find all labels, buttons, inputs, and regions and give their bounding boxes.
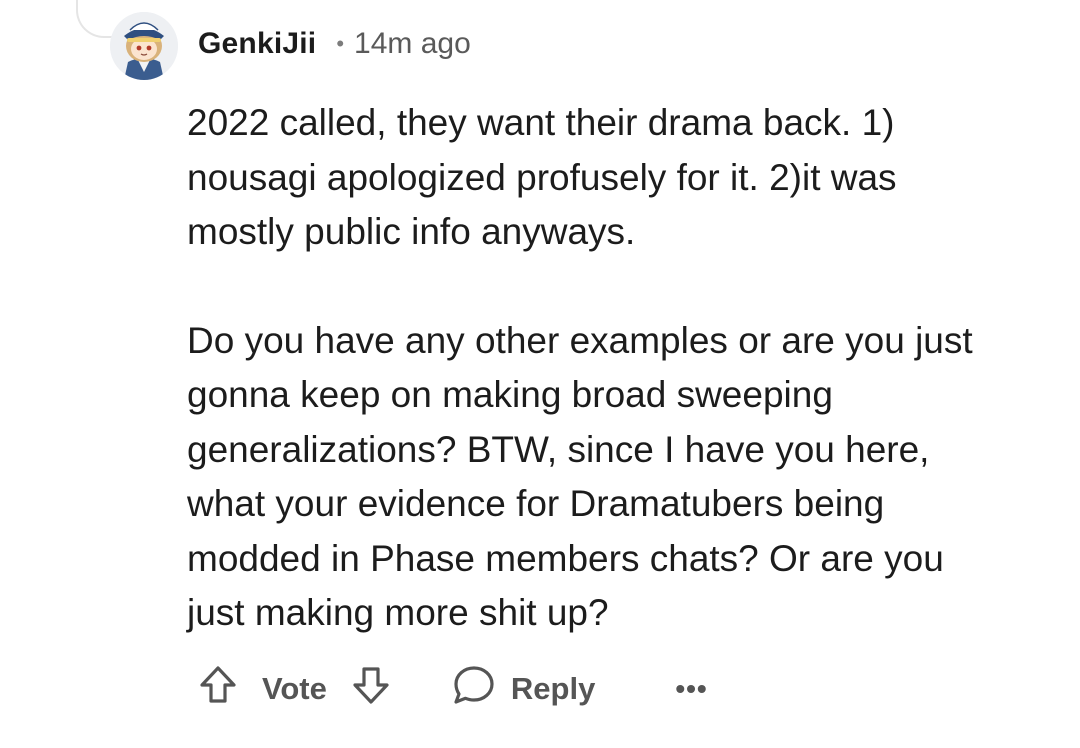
arrow-up-outline-icon[interactable] <box>196 663 240 715</box>
vote-count-label: Vote <box>262 671 327 706</box>
vote-group: Vote <box>196 663 393 715</box>
comment-body: 2022 called, they want their drama back.… <box>187 96 1047 641</box>
meta-separator: • <box>336 31 345 56</box>
comment-action-bar: Vote Reply ••• <box>196 662 708 716</box>
username-link[interactable]: GenkiJii <box>198 27 316 61</box>
comment-header: GenkiJii • 14m ago <box>198 24 471 64</box>
avatar-character-icon <box>110 12 178 80</box>
reply-button[interactable]: Reply <box>451 663 595 715</box>
arrow-down-outline-icon[interactable] <box>349 663 393 715</box>
reply-label: Reply <box>510 671 596 706</box>
comment-card: GenkiJii • 14m ago 2022 called, they wan… <box>0 0 1080 748</box>
user-avatar[interactable] <box>110 12 178 80</box>
more-options-icon[interactable]: ••• <box>675 673 707 705</box>
comment-paragraph-2: Do you have any other examples or are yo… <box>187 319 973 634</box>
speech-bubble-icon <box>451 663 497 715</box>
comment-paragraph-1: 2022 called, they want their drama back.… <box>187 102 897 252</box>
timestamp: 14m ago <box>354 27 471 60</box>
